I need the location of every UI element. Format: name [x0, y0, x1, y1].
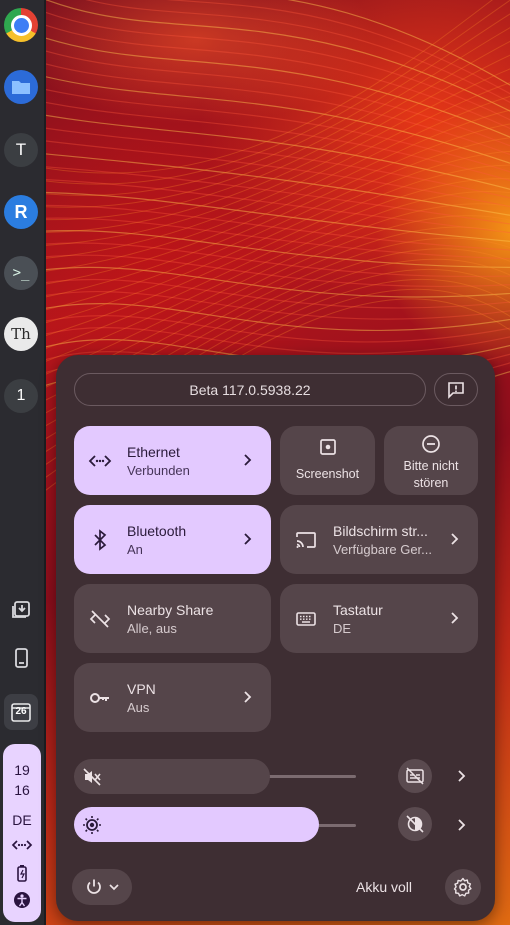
wallpaper-wave-line	[46, 166, 510, 225]
battery-status-label: Akku voll	[356, 879, 413, 895]
wallpaper-wave-line	[85, 0, 510, 104]
settings-button[interactable]	[445, 869, 481, 905]
ssh-terminal-app-icon[interactable]: >_	[4, 256, 38, 290]
volume-muted-icon	[83, 768, 101, 786]
dnd-label-line1: Bitte nicht	[403, 459, 459, 473]
wallpaper-wave-line	[46, 127, 510, 199]
wallpaper-wave-line	[46, 315, 510, 343]
cast-icon	[296, 532, 316, 548]
chevron-right-icon	[451, 612, 459, 624]
brightness-icon	[83, 816, 101, 834]
display-settings-chevron-icon[interactable]	[451, 815, 471, 835]
th-app-glyph: Th	[11, 325, 31, 343]
accessibility-icon	[3, 890, 41, 913]
terminal-app-glyph: T	[15, 140, 27, 159]
wallpaper-wave-line	[46, 50, 510, 147]
calendar-icon[interactable]: 26	[4, 694, 38, 730]
chevron-down-icon	[109, 884, 119, 891]
vpn-label: VPN	[127, 681, 156, 697]
gear-icon	[453, 877, 472, 897]
bluetooth-status: An	[127, 542, 143, 557]
calendar-day: 26	[15, 706, 27, 717]
chevron-right-icon	[244, 454, 252, 466]
wallpaper-wave-line	[46, 68, 510, 246]
feedback-button[interactable]	[434, 373, 478, 406]
nearby-share-off-icon	[89, 610, 111, 628]
wallpaper-wave-line	[46, 204, 510, 251]
cast-tile[interactable]: Bildschirm str... Verfügbare Ger...	[280, 505, 478, 574]
bluetooth-label: Bluetooth	[127, 523, 187, 539]
chevron-right-icon	[451, 533, 459, 545]
wallpaper-wave-line	[46, 150, 510, 324]
rvnc-app-icon[interactable]: R	[4, 195, 38, 229]
night-light-button[interactable]	[398, 807, 432, 841]
bluetooth-icon	[94, 529, 107, 551]
screenshot-icon	[320, 439, 336, 455]
th-app-icon[interactable]: Th	[4, 317, 38, 351]
screenshot-tile[interactable]: Screenshot	[280, 426, 375, 495]
ethernet-label: Ethernet	[127, 444, 180, 460]
dnd-label-line2: stören	[413, 476, 449, 490]
wallpaper-wave-line	[46, 0, 493, 174]
wallpaper-wave-line	[46, 254, 510, 288]
bluetooth-tile[interactable]: Bluetooth An	[74, 505, 271, 574]
power-menu-button[interactable]	[72, 869, 132, 905]
rvnc-app-glyph: R	[14, 201, 28, 222]
wallpaper-wave-line	[46, 27, 510, 208]
quick-settings-panel: Beta 117.0.5938.22 Ethernet Verbunden Sc…	[56, 355, 495, 921]
volume-slider[interactable]	[74, 759, 270, 794]
keyboard-tile[interactable]: Tastatur DE	[280, 584, 478, 653]
cast-status: Verfügbare Ger...	[333, 542, 433, 557]
one-app-glyph: 1	[16, 387, 26, 404]
clock-minute: 16	[14, 782, 30, 798]
chevron-right-icon	[244, 533, 252, 545]
brightness-slider[interactable]	[74, 807, 319, 842]
nearby-share-label: Nearby Share	[127, 602, 214, 618]
night-light-off-icon	[406, 815, 424, 833]
feedback-icon	[448, 381, 464, 399]
power-icon	[87, 879, 101, 894]
keyboard-label: Tastatur	[333, 602, 383, 618]
files-icon[interactable]	[4, 70, 38, 104]
ethernet-status-icon	[3, 838, 41, 855]
ime-indicator: DE	[12, 812, 32, 828]
battery-icon	[3, 864, 41, 885]
keyboard-icon	[296, 612, 316, 626]
clock-hour: 19	[14, 762, 30, 778]
vpn-tile[interactable]: VPN Aus	[74, 663, 271, 732]
ethernet-tile[interactable]: Ethernet Verbunden	[74, 426, 271, 495]
shelf: T R >_ Th 1 26 19 16 DE	[0, 0, 46, 925]
wallpaper-wave-line	[46, 0, 510, 185]
status-tray[interactable]: 19 16 DE	[3, 744, 41, 922]
phone-hub-icon[interactable]	[4, 640, 38, 676]
terminal-app-icon[interactable]: T	[4, 133, 38, 167]
captions-off-icon	[406, 767, 424, 785]
nearby-share-tile[interactable]: Nearby Share Alle, aus	[74, 584, 271, 653]
do-not-disturb-icon	[422, 435, 440, 453]
screenshot-label: Screenshot	[295, 467, 360, 481]
vpn-status: Aus	[127, 700, 150, 715]
wallpaper-wave-line	[46, 101, 510, 182]
key-icon	[90, 693, 109, 703]
downloads-icon[interactable]	[4, 592, 38, 628]
version-label: Beta 117.0.5938.22	[189, 381, 311, 398]
volume-settings-chevron-icon[interactable]	[451, 766, 471, 786]
keyboard-layout: DE	[333, 621, 352, 636]
nearby-share-status: Alle, aus	[127, 621, 177, 636]
ssh-app-glyph: >_	[12, 265, 30, 281]
wallpaper-wave-line	[166, 0, 510, 95]
chrome-icon[interactable]	[4, 8, 38, 42]
one-app-icon[interactable]: 1	[4, 379, 38, 413]
do-not-disturb-tile[interactable]: Bitte nicht stören	[384, 426, 478, 495]
cast-label: Bildschirm str...	[333, 523, 428, 539]
chevron-right-icon	[244, 691, 252, 703]
ethernet-icon	[88, 455, 112, 467]
version-pill[interactable]: Beta 117.0.5938.22	[74, 373, 426, 406]
live-caption-button[interactable]	[398, 759, 432, 793]
ethernet-status: Verbunden	[127, 463, 190, 478]
